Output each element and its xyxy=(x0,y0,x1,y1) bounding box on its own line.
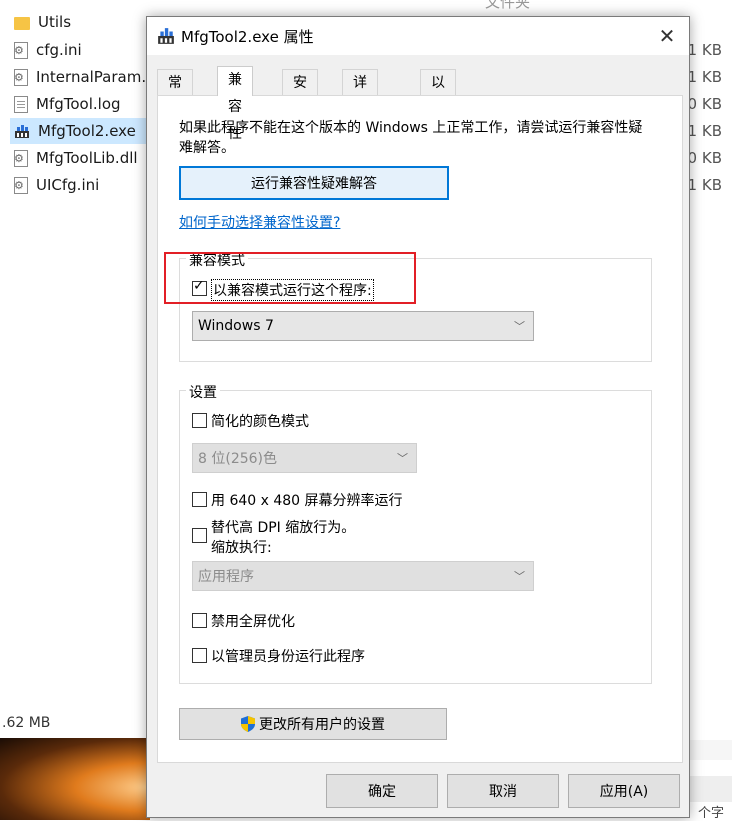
tab-security[interactable]: 安全 xyxy=(282,69,318,118)
app-icon xyxy=(158,28,174,44)
chevron-down-icon: ﹀ xyxy=(514,570,525,583)
file-row-internalparam[interactable]: InternalParam.i xyxy=(14,64,150,90)
compat-os-select[interactable]: Windows 7 ﹀ xyxy=(192,311,534,341)
intro-text: 如果此程序不能在这个版本的 Windows 上正常工作，请尝试运行兼容性疑难解答… xyxy=(179,120,643,156)
file-size: 0 KB xyxy=(687,95,722,113)
ini-file-icon xyxy=(14,176,28,194)
high-dpi-label-line2: 缩放执行: xyxy=(211,540,272,556)
file-size: 0 KB xyxy=(687,149,722,167)
high-dpi-checkbox[interactable]: 替代高 DPI 缩放行为。 缩放执行: xyxy=(192,518,355,558)
app-icon xyxy=(15,125,29,138)
manual-compat-settings-link[interactable]: 如何手动选择兼容性设置? xyxy=(179,212,340,232)
file-name: MfgTool.log xyxy=(36,95,121,113)
tab-general[interactable]: 常规 xyxy=(157,69,193,118)
title-bar[interactable]: MfgTool2.exe 属性 ✕ xyxy=(147,17,689,55)
properties-dialog: MfgTool2.exe 属性 ✕ 常规 兼容性 安全 详细信息 以前的版本 如… xyxy=(146,16,690,818)
reduced-color-label: 简化的颜色模式 xyxy=(211,414,309,430)
close-icon: ✕ xyxy=(658,24,676,48)
file-row-mfgtool-log[interactable]: MfgTool.log xyxy=(14,91,121,117)
checkbox-icon xyxy=(192,492,207,507)
ini-file-icon xyxy=(14,41,28,59)
file-size: 1 KB xyxy=(687,41,722,59)
folder-icon xyxy=(14,16,30,30)
cancel-button[interactable]: 取消 xyxy=(447,774,559,808)
low-res-checkbox[interactable]: 用 640 x 480 屏幕分辨率运行 xyxy=(192,490,403,510)
compat-os-value: Windows 7 xyxy=(198,318,274,334)
red-highlight-box xyxy=(164,252,416,304)
chevron-down-icon: ﹀ xyxy=(514,320,525,333)
close-button[interactable]: ✕ xyxy=(645,17,689,55)
file-row-mfgtoollib[interactable]: MfgToolLib.dll xyxy=(14,145,138,171)
run-troubleshooter-button[interactable]: 运行兼容性疑难解答 xyxy=(179,166,449,200)
tab-previous-versions[interactable]: 以前的版本 xyxy=(420,69,456,199)
file-name: MfgTool2.exe xyxy=(38,122,136,140)
file-row-cfg[interactable]: cfg.ini xyxy=(14,37,82,63)
checkbox-icon xyxy=(192,613,207,628)
background-panel xyxy=(686,776,732,802)
change-all-users-label: 更改所有用户的设置 xyxy=(259,717,385,733)
ini-file-icon xyxy=(14,68,28,86)
low-res-label: 用 640 x 480 屏幕分辨率运行 xyxy=(211,493,403,509)
file-size: 1 KB xyxy=(687,122,722,140)
run-as-admin-label: 以管理员身份运行此程序 xyxy=(211,649,365,665)
chevron-down-icon: ﹀ xyxy=(397,452,408,465)
settings-label: 设置 xyxy=(186,382,220,402)
reduced-color-checkbox[interactable]: 简化的颜色模式 xyxy=(192,411,309,431)
run-as-admin-checkbox[interactable]: 以管理员身份运行此程序 xyxy=(192,646,365,666)
high-dpi-label: 替代高 DPI 缩放行为。 缩放执行: xyxy=(211,518,355,558)
change-all-users-button[interactable]: 更改所有用户的设置 xyxy=(179,708,447,740)
checkbox-icon xyxy=(192,528,207,543)
file-size: 1 KB xyxy=(687,176,722,194)
background-panel xyxy=(686,740,732,760)
file-name: Utils xyxy=(38,13,72,31)
uac-shield-icon xyxy=(241,716,255,732)
settings-group: 设置 简化的颜色模式 8 位(256)色 ﹀ 用 640 x 480 屏幕分辨率… xyxy=(179,382,652,684)
high-dpi-label-line1: 替代高 DPI 缩放行为。 xyxy=(211,520,356,536)
compatibility-tab-pane: 如果此程序不能在这个版本的 Windows 上正常工作，请尝试运行兼容性疑难解答… xyxy=(157,95,683,763)
color-mode-value: 8 位(256)色 xyxy=(198,451,278,467)
dpi-scaling-value: 应用程序 xyxy=(198,569,254,585)
file-row-utils[interactable]: Utils xyxy=(14,9,71,35)
dll-file-icon xyxy=(14,149,28,167)
file-name: cfg.ini xyxy=(36,41,82,59)
file-name: UICfg.ini xyxy=(36,176,100,194)
dpi-scaling-select[interactable]: 应用程序 ﹀ xyxy=(192,561,534,591)
disable-fullscreen-checkbox[interactable]: 禁用全屏优化 xyxy=(192,611,295,631)
status-selection-size: .62 MB xyxy=(2,715,51,731)
text-file-icon xyxy=(14,95,28,113)
type-column-header: 文件夹 xyxy=(485,0,531,11)
background-text: 个字 xyxy=(697,806,724,821)
tab-details[interactable]: 详细信息 xyxy=(342,69,378,172)
file-name: InternalParam.i xyxy=(36,68,151,86)
ok-button[interactable]: 确定 xyxy=(326,774,438,808)
file-size: 1 KB xyxy=(687,68,722,86)
disable-fullscreen-label: 禁用全屏优化 xyxy=(211,614,295,630)
apply-button[interactable]: 应用(A) xyxy=(568,774,680,808)
file-row-uicfg[interactable]: UICfg.ini xyxy=(14,172,99,198)
file-name: MfgToolLib.dll xyxy=(36,149,138,167)
dialog-title: MfgTool2.exe 属性 xyxy=(181,28,314,46)
desktop-wallpaper-fragment xyxy=(0,738,150,820)
checkbox-icon xyxy=(192,648,207,663)
color-mode-select[interactable]: 8 位(256)色 ﹀ xyxy=(192,443,417,473)
checkbox-icon xyxy=(192,413,207,428)
tab-compatibility[interactable]: 兼容性 xyxy=(217,66,253,142)
